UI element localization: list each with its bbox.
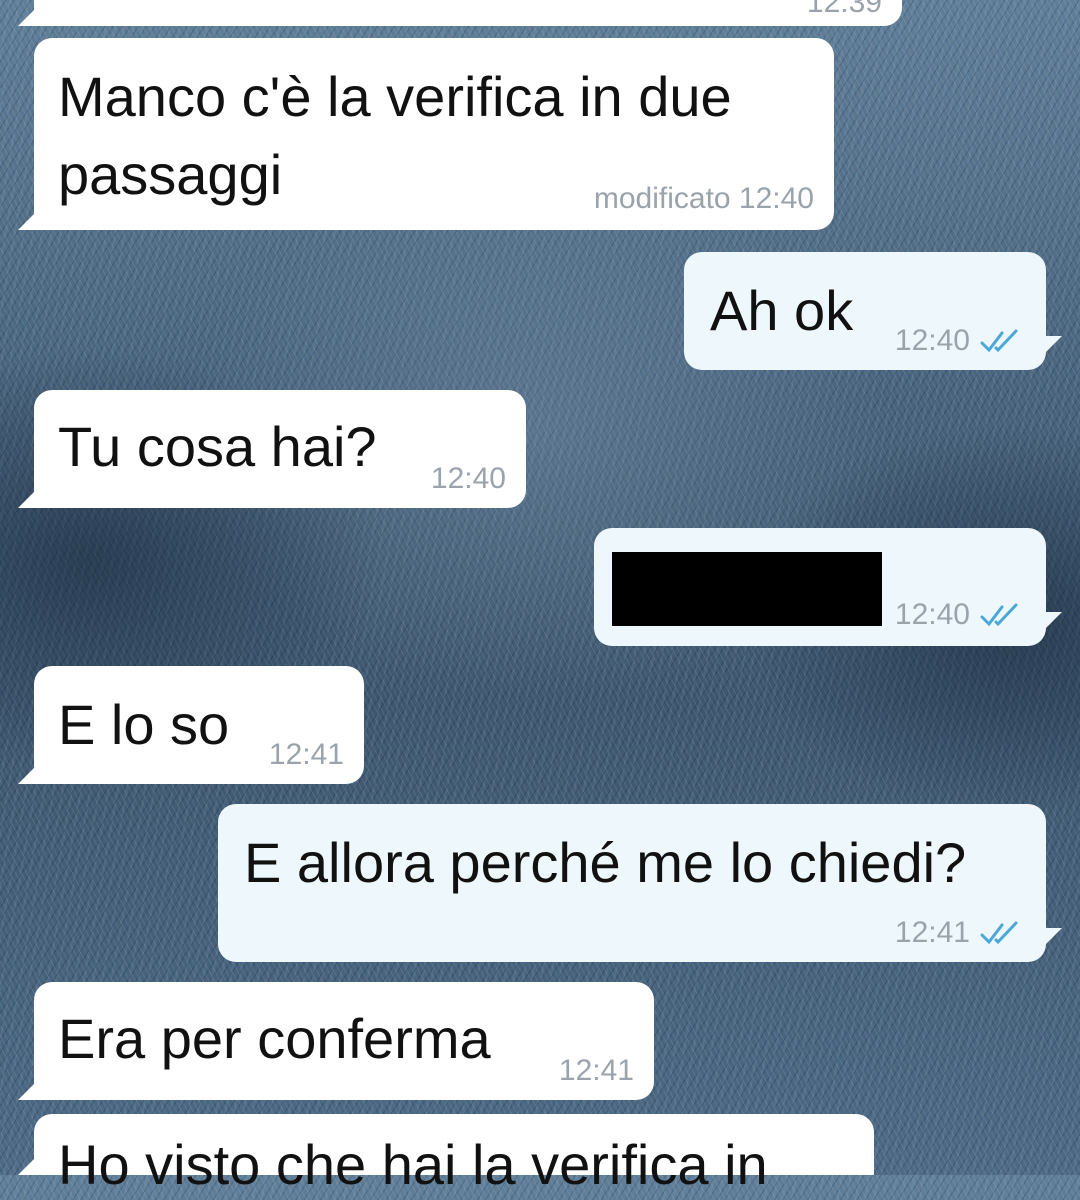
message-bubble-outgoing[interactable]: E allora perché me lo chiedi? 12:41 [218, 804, 1046, 962]
message-text: Ho visto che hai la verifica in [58, 1133, 768, 1196]
message-meta: 12:41 [895, 916, 1028, 950]
double-check-icon [980, 329, 1018, 353]
message-time: 12:40 [430, 462, 506, 495]
message-time: 12:41 [558, 1054, 634, 1087]
message-bubble-incoming[interactable]: 12:39 [18, 0, 902, 26]
redaction-block [612, 552, 882, 626]
message-bubble-outgoing[interactable]: 12:40 [594, 528, 1046, 646]
message-bubble-incoming[interactable]: Era per conferma 12:41 [18, 982, 654, 1100]
message-text: Tu cosa hai? [58, 415, 377, 478]
message-bubble-incoming[interactable]: E lo so 12:41 [18, 666, 364, 784]
message-time: 12:40 [894, 598, 970, 631]
message-text: Ah ok [710, 279, 854, 342]
message-bubble-incoming[interactable]: Manco c'è la verifica in due passaggi mo… [18, 38, 834, 230]
message-text: Era per conferma [58, 1007, 491, 1070]
message-time: 12:40 [894, 324, 970, 357]
message-text: passaggi [58, 143, 283, 206]
message-time: 12:41 [894, 916, 970, 949]
message-time: 12:41 [268, 738, 344, 771]
message-meta: 12:40 [895, 324, 1028, 358]
message-text: E lo so [58, 693, 230, 756]
chat-screen: { "messages": [ { "id": "m0", "direction… [0, 0, 1080, 1196]
message-bubble-incoming[interactable]: Ho visto che hai la verifica in [18, 1114, 874, 1196]
message-text: E allora perché me lo chiedi? [244, 831, 967, 894]
message-bubble-outgoing[interactable]: Ah ok 12:40 [684, 252, 1046, 370]
double-check-icon [980, 921, 1018, 945]
message-time: modificato 12:40 [593, 182, 814, 215]
message-meta: 12:40 [895, 598, 1028, 632]
message-bubble-incoming[interactable]: Tu cosa hai? 12:40 [18, 390, 526, 508]
message-text: Manco c'è la verifica in due [58, 65, 732, 128]
message-time: 12:39 [806, 0, 882, 19]
double-check-icon [980, 603, 1018, 627]
